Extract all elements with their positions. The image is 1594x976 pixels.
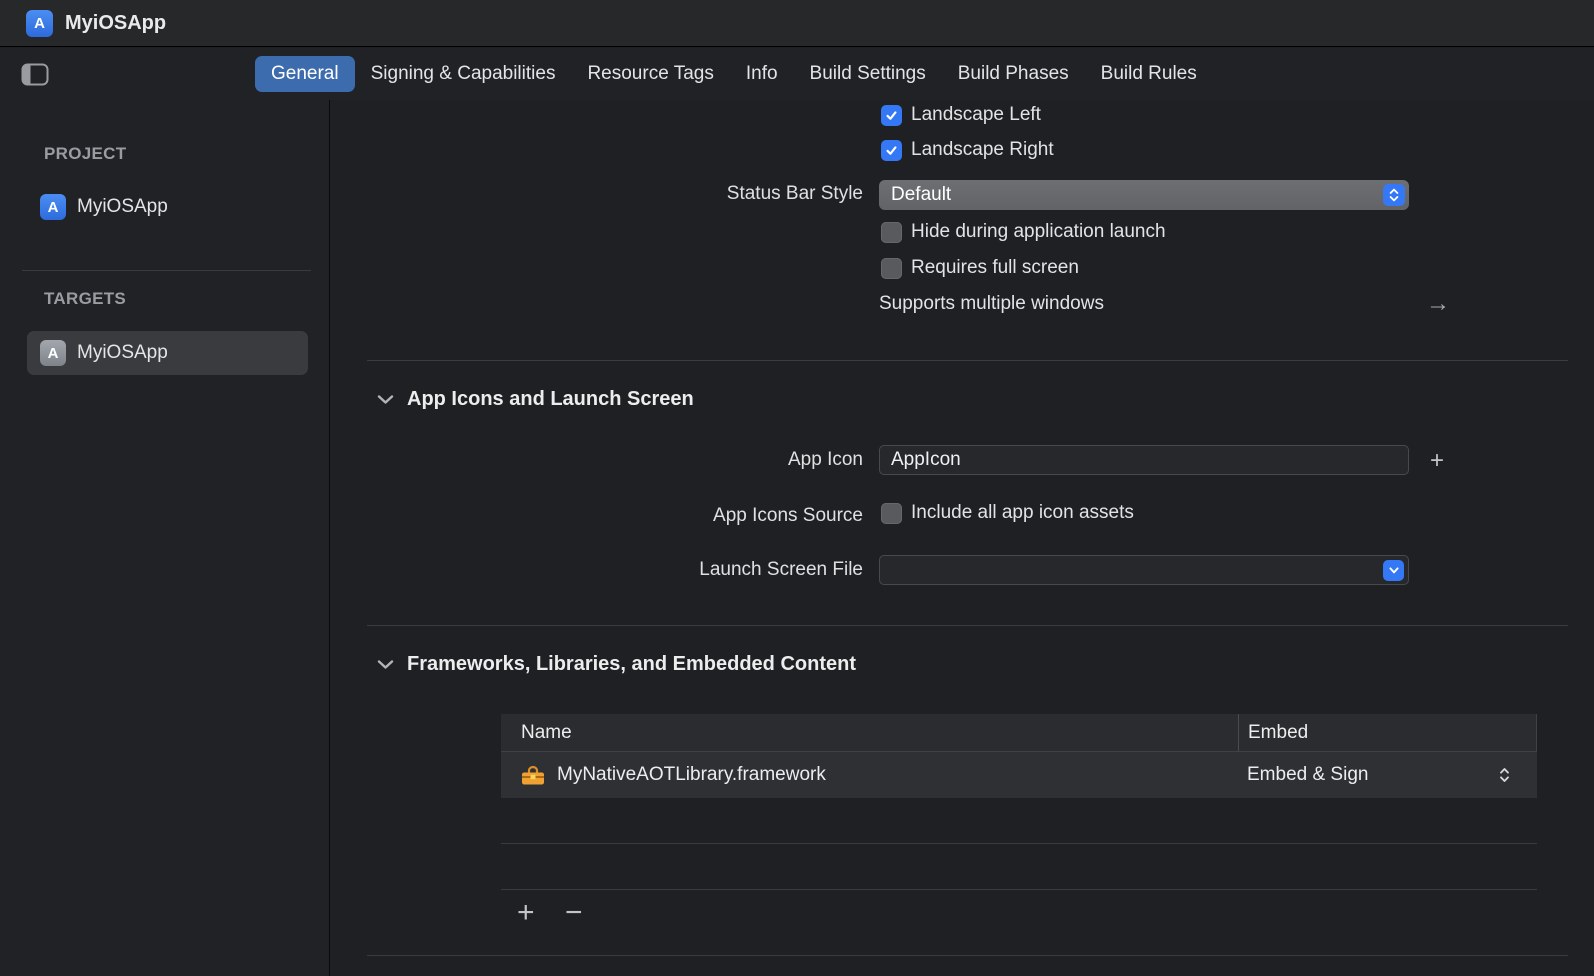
section-title: Frameworks, Libraries, and Embedded Cont…	[407, 653, 856, 676]
sidebar-item-target-myiosapp[interactable]: A MyiOSApp	[27, 331, 308, 375]
project-sidebar: PROJECT A MyiOSApp TARGETS A MyiOSApp	[0, 100, 330, 976]
tab-build-phases[interactable]: Build Phases	[942, 56, 1085, 92]
tab-info[interactable]: Info	[730, 56, 794, 92]
include-all-assets-checkbox[interactable]	[881, 503, 902, 524]
tab-build-rules[interactable]: Build Rules	[1085, 56, 1213, 92]
frameworks-section-header: Frameworks, Libraries, and Embedded Cont…	[377, 649, 856, 679]
app-icon-label: App Icon	[331, 449, 863, 471]
app-icon-value: AppIcon	[891, 449, 1404, 471]
settings-tabs: General Signing & Capabilities Resource …	[255, 48, 1213, 100]
target-icon: A	[40, 340, 66, 366]
landscape-right-checkbox[interactable]	[881, 140, 902, 161]
table-row-framework[interactable]: MyNativeAOTLibrary.framework Embed & Sig…	[501, 752, 1537, 798]
landscape-left-label: Landscape Left	[911, 104, 1041, 126]
sidebar-item-project-myiosapp[interactable]: A MyiOSApp	[27, 185, 308, 229]
section-divider	[367, 955, 1568, 956]
requires-full-screen-label: Requires full screen	[911, 257, 1079, 279]
sidebar-item-label: MyiOSApp	[77, 342, 168, 364]
empty-table-row	[501, 798, 1537, 844]
status-bar-style-popup[interactable]: Default	[879, 180, 1409, 210]
project-icon: A	[40, 194, 66, 220]
project-app-icon: A	[26, 10, 53, 37]
section-divider	[367, 625, 1568, 626]
checkbox-row-include-all-assets: Include all app icon assets	[881, 502, 1134, 524]
status-bar-style-value: Default	[891, 184, 1383, 206]
hide-during-launch-label: Hide during application launch	[911, 221, 1166, 243]
checkbox-row-hide-during-launch: Hide during application launch	[881, 221, 1166, 243]
status-bar-style-label: Status Bar Style	[331, 183, 863, 205]
checkbox-row-landscape-left: Landscape Left	[881, 104, 1041, 126]
column-header-name: Name	[501, 722, 1238, 744]
sidebar-header-project: PROJECT	[44, 144, 126, 164]
launch-screen-file-label: Launch Screen File	[331, 559, 863, 581]
empty-table-row	[501, 844, 1537, 890]
app-icons-section-header: App Icons and Launch Screen	[377, 384, 694, 414]
chevron-down-icon[interactable]	[377, 394, 394, 405]
xcode-window: A MyiOSApp General Signing & Capabilitie…	[0, 0, 1594, 976]
checkbox-row-landscape-right: Landscape Right	[881, 139, 1054, 161]
framework-name: MyNativeAOTLibrary.framework	[557, 764, 826, 786]
tab-build-settings[interactable]: Build Settings	[794, 56, 942, 92]
framework-embed-cell[interactable]: Embed & Sign	[1238, 764, 1537, 786]
app-icons-source-label: App Icons Source	[331, 505, 863, 527]
landscape-left-checkbox[interactable]	[881, 105, 902, 126]
combo-chevron-down-icon	[1383, 560, 1404, 581]
requires-full-screen-checkbox[interactable]	[881, 258, 902, 279]
embed-value: Embed & Sign	[1247, 764, 1368, 786]
sidebar-divider	[22, 270, 311, 271]
checkbox-row-requires-full-screen: Requires full screen	[881, 257, 1079, 279]
app-icon-add-button[interactable]: +	[1430, 449, 1444, 473]
app-icon-field[interactable]: AppIcon	[879, 445, 1409, 475]
add-framework-button[interactable]: +	[517, 898, 535, 928]
include-all-assets-label: Include all app icon assets	[911, 502, 1134, 524]
sidebar-item-label: MyiOSApp	[77, 196, 168, 218]
sidebar-toggle-icon[interactable]	[20, 63, 50, 87]
sidebar-header-targets: TARGETS	[44, 289, 126, 309]
launch-screen-file-combo[interactable]	[879, 555, 1409, 585]
toolbox-icon	[521, 765, 545, 786]
tab-general[interactable]: General	[255, 56, 355, 92]
chevron-down-icon[interactable]	[377, 659, 394, 670]
supports-multiple-windows-label: Supports multiple windows	[879, 293, 1104, 315]
window-titlebar: A MyiOSApp	[0, 0, 1594, 47]
embed-updown-icon	[1498, 766, 1511, 784]
frameworks-table-header: Name Embed	[501, 714, 1537, 752]
tab-signing-capabilities[interactable]: Signing & Capabilities	[355, 56, 572, 92]
framework-name-cell: MyNativeAOTLibrary.framework	[501, 764, 1238, 786]
remove-framework-button[interactable]: −	[565, 898, 583, 928]
frameworks-table: Name Embed MyNativeAOTLibrary.framework	[501, 714, 1537, 890]
supports-multiple-windows-arrow-icon[interactable]: →	[1426, 290, 1450, 318]
column-header-embed: Embed	[1238, 714, 1536, 751]
section-title: App Icons and Launch Screen	[407, 388, 694, 411]
general-settings-pane: Landscape Left Landscape Right Status Ba…	[331, 100, 1594, 976]
section-divider	[367, 360, 1568, 361]
tab-resource-tags[interactable]: Resource Tags	[571, 56, 729, 92]
editor-tab-bar: General Signing & Capabilities Resource …	[0, 48, 1594, 100]
window-title: MyiOSApp	[65, 12, 166, 35]
popup-updown-icon	[1383, 184, 1405, 206]
landscape-right-label: Landscape Right	[911, 139, 1054, 161]
hide-during-launch-checkbox[interactable]	[881, 222, 902, 243]
